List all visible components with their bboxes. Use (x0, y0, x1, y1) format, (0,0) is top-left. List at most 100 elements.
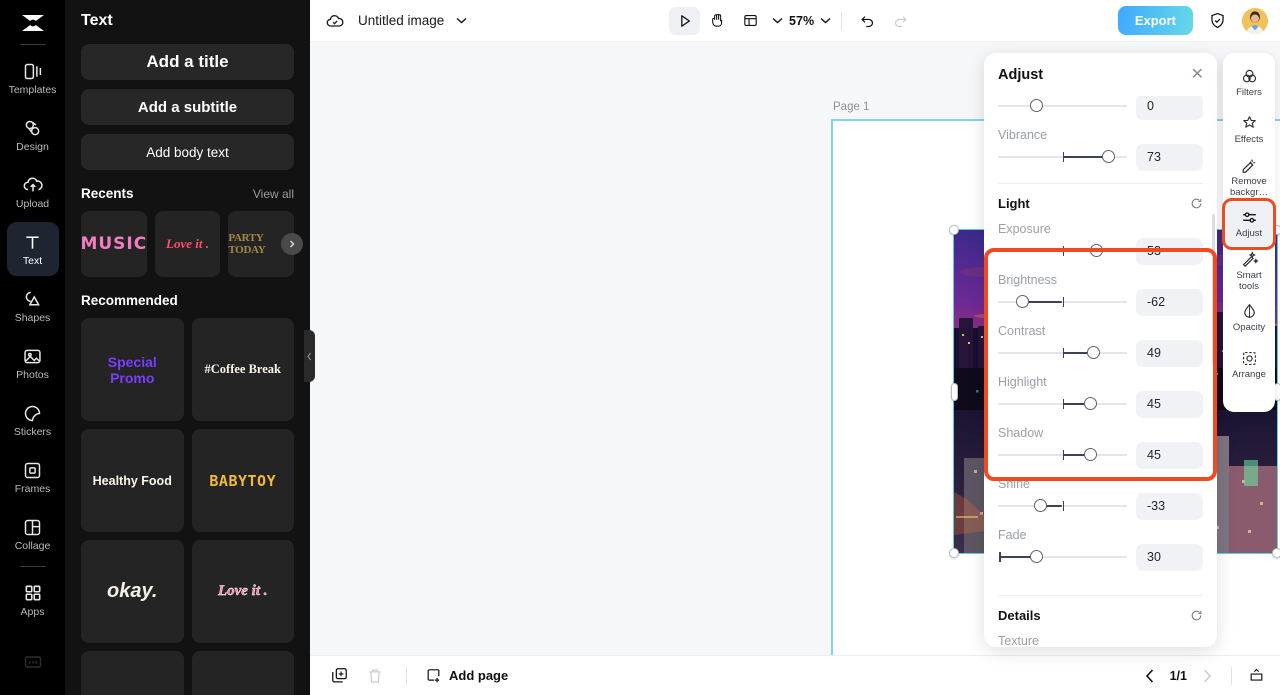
slider-row[interactable]: 73 (998, 143, 1203, 171)
sidebar-item-more[interactable] (7, 635, 59, 689)
document-title[interactable]: Untitled image (358, 13, 444, 28)
resize-handle-top-left[interactable] (949, 225, 959, 235)
add-page-button[interactable]: Add page (425, 667, 508, 684)
slider-knob[interactable] (1030, 99, 1044, 112)
template-card[interactable]: Special Promo (81, 318, 184, 421)
add-body-text-button[interactable]: Add body text (81, 134, 294, 170)
slider-row[interactable]: 30 (998, 543, 1203, 571)
template-card[interactable]: Love it . (191, 540, 294, 643)
slider-value[interactable]: -33 (1136, 492, 1203, 520)
tool-adjust[interactable]: Adjust (1222, 198, 1276, 250)
slider-value[interactable]: 45 (1136, 441, 1203, 469)
tool-effects[interactable]: Effects (1226, 108, 1272, 152)
slider-row[interactable]: 45 (998, 441, 1203, 469)
recent-item[interactable]: Love it . (154, 211, 221, 277)
slider-value[interactable]: 73 (1136, 143, 1203, 171)
slider-value[interactable]: 0 (1136, 96, 1203, 120)
slider-value[interactable]: 49 (1136, 339, 1203, 367)
shield-icon[interactable] (1202, 7, 1233, 35)
resize-handle-bottom-right[interactable] (1272, 548, 1280, 558)
slider-track[interactable] (998, 96, 1127, 116)
slider-track[interactable] (998, 241, 1127, 261)
recent-item[interactable]: MUSIC (81, 211, 147, 277)
next-page-button[interactable] (1195, 664, 1219, 688)
zoom-chevron-down-icon[interactable] (820, 17, 831, 24)
tool-opacity[interactable]: Opacity (1226, 296, 1272, 340)
slider-knob[interactable] (1086, 346, 1100, 359)
resize-handle-bottom-left[interactable] (949, 548, 959, 558)
slider-knob[interactable] (1016, 295, 1029, 308)
slider-knob[interactable] (1034, 499, 1048, 512)
prev-page-button[interactable] (1138, 664, 1162, 688)
template-card[interactable] (81, 651, 184, 695)
sidebar-item-apps[interactable]: Apps (7, 573, 59, 627)
redo-button[interactable] (885, 7, 916, 35)
zoom-level[interactable]: 57% (789, 14, 814, 28)
layout-chevron-down-icon[interactable] (772, 17, 783, 24)
slider-knob[interactable] (1089, 244, 1103, 257)
sidebar-item-photos[interactable]: Photos (7, 336, 59, 390)
slider-knob[interactable] (1102, 150, 1116, 163)
slider-row[interactable]: 0 (998, 96, 1203, 120)
avatar[interactable] (1242, 7, 1268, 34)
slider-knob[interactable] (1084, 397, 1098, 410)
template-card[interactable]: Healthy Food (81, 429, 184, 532)
slider-row[interactable]: -62 (998, 288, 1203, 316)
sidebar-item-stickers[interactable]: Stickers (7, 393, 59, 447)
slider-knob[interactable] (1030, 550, 1044, 563)
reset-icon[interactable] (1190, 197, 1203, 210)
slider-track[interactable] (998, 343, 1127, 363)
sidebar-item-templates[interactable]: Templates (7, 51, 59, 105)
layout-tool-button[interactable] (735, 7, 766, 35)
cloud-save-icon[interactable] (324, 10, 346, 32)
slider-value[interactable]: 45 (1136, 390, 1203, 418)
slider-row[interactable]: 53 (998, 237, 1203, 265)
sidebar-item-collage[interactable]: Collage (7, 507, 59, 561)
slider-value[interactable]: -62 (1136, 288, 1203, 316)
slider-track[interactable] (998, 394, 1127, 414)
panel-collapse-handle[interactable] (304, 330, 315, 382)
duplicate-page-icon[interactable] (326, 663, 352, 689)
template-card[interactable]: #Coffee Break (191, 318, 294, 421)
tool-remove-background[interactable]: Remove backgr… (1226, 155, 1272, 199)
sidebar-item-text[interactable]: Text (6, 222, 59, 276)
template-card[interactable]: okay. (81, 540, 184, 643)
export-button[interactable]: Export (1117, 6, 1193, 35)
slider-track[interactable] (998, 547, 1127, 567)
adjust-panel-body[interactable]: 0 Vibrance 73 Light Exposure 53 Brightne… (984, 96, 1217, 647)
present-icon[interactable] (1244, 664, 1268, 688)
capcut-logo[interactable] (13, 9, 53, 37)
slider-row[interactable]: -33 (998, 492, 1203, 520)
slider-knob[interactable] (1084, 448, 1098, 461)
adjust-panel-scrollbar[interactable] (1212, 214, 1215, 364)
sidebar-item-upload[interactable]: Upload (7, 165, 59, 219)
sidebar-item-frames[interactable]: Frames (7, 450, 59, 504)
document-menu-chevron-down-icon[interactable] (456, 17, 467, 24)
view-all-link[interactable]: View all (253, 187, 294, 201)
add-subtitle-button[interactable]: Add a subtitle (81, 89, 294, 125)
slider-track[interactable] (998, 147, 1127, 167)
slider-value[interactable]: 30 (1136, 543, 1203, 571)
hand-tool-button[interactable] (702, 7, 733, 35)
delete-page-icon[interactable] (362, 663, 388, 689)
slider-value[interactable]: 53 (1136, 237, 1203, 265)
tool-arrange[interactable]: Arrange (1226, 343, 1272, 387)
slider-track[interactable] (998, 292, 1127, 312)
sidebar-item-design[interactable]: Design (7, 108, 59, 162)
tool-smart-tools[interactable]: Smart tools (1226, 249, 1272, 293)
slider-row[interactable]: 49 (998, 339, 1203, 367)
slider-row[interactable]: 45 (998, 390, 1203, 418)
template-card[interactable]: BABYTOY (191, 429, 294, 532)
reset-icon[interactable] (1190, 609, 1203, 622)
template-card[interactable] (191, 651, 294, 695)
sidebar-item-shapes[interactable]: Shapes (7, 279, 59, 333)
recents-next-arrow[interactable] (281, 233, 303, 255)
tool-filters[interactable]: Filters (1226, 61, 1272, 105)
slider-track[interactable] (998, 445, 1127, 465)
select-tool-button[interactable] (669, 6, 701, 35)
close-icon[interactable]: ✕ (1191, 66, 1204, 83)
add-title-button[interactable]: Add a title (81, 44, 294, 80)
undo-button[interactable] (852, 7, 883, 35)
resize-handle-left[interactable] (950, 382, 958, 401)
slider-track[interactable] (998, 496, 1127, 516)
